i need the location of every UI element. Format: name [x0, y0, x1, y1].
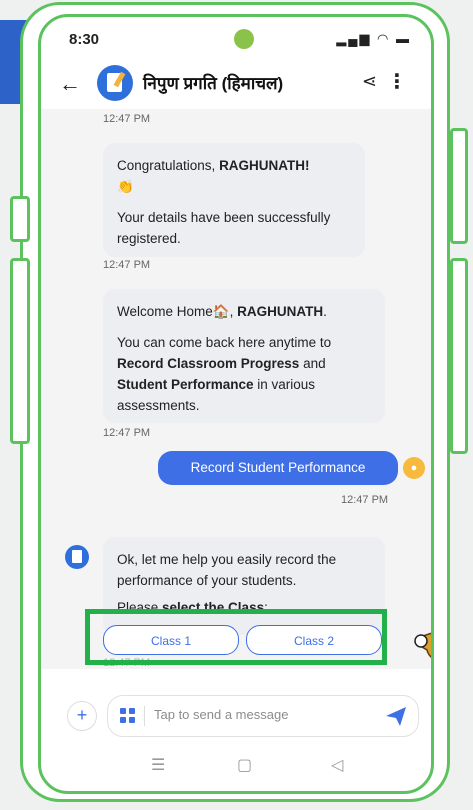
- back-arrow-icon[interactable]: ←: [59, 71, 81, 97]
- status-bar: 8:30 ▂▄▆ ◠ ▬: [41, 17, 431, 57]
- phone-screen: 8:30 ▂▄▆ ◠ ▬ ← निपुण प्रगति (हिमाचल) ⋖ ⋮…: [38, 14, 434, 794]
- bot-avatar-small: [65, 545, 89, 569]
- message-line: Congratulations, RAGHUNATH!: [117, 158, 310, 173]
- bot-avatar[interactable]: [97, 65, 133, 101]
- status-icons: ▂▄▆ ◠ ▬: [336, 31, 411, 46]
- send-icon[interactable]: [384, 704, 408, 728]
- side-button-top: [10, 196, 30, 242]
- input-placeholder: Tap to send a message: [154, 707, 289, 722]
- app-bar: ← निपुण प्रगति (हिमाचल) ⋖ ⋮: [41, 61, 431, 107]
- composer-bar: + Tap to send a message: [41, 689, 431, 743]
- status-time: 8:30: [69, 31, 100, 48]
- message-timestamp: 12:47 PM: [341, 494, 389, 506]
- pointing-hand-icon: [414, 632, 431, 658]
- home-icon[interactable]: ▢: [237, 755, 252, 775]
- side-button-right: [450, 128, 468, 244]
- user-avatar: ●: [403, 457, 425, 479]
- message-timestamp: 12:47 PM: [103, 113, 151, 125]
- message-text: Ok, let me help you easily record the pe…: [117, 552, 337, 588]
- message-timestamp: 12:47 PM: [103, 259, 151, 271]
- message-line: Welcome Home🏠, RAGHUNATH.: [117, 304, 327, 319]
- clap-emoji: 👏: [117, 179, 134, 194]
- chat-area[interactable]: 12:47 PM Congratulations, RAGHUNATH! 👏 Y…: [41, 109, 431, 669]
- message-text: You can come back here anytime to Record…: [117, 335, 332, 413]
- plus-icon[interactable]: +: [67, 701, 97, 731]
- nav-back-icon[interactable]: ◁: [331, 755, 343, 775]
- more-icon[interactable]: ⋮: [387, 69, 407, 94]
- input-divider: [144, 706, 145, 726]
- chat-title: निपुण प्रगति (हिमाचल): [143, 74, 284, 93]
- bot-message: Congratulations, RAGHUNATH! 👏 Your detai…: [103, 143, 365, 257]
- camera-dot: [234, 29, 254, 49]
- user-message: Record Student Performance: [158, 451, 398, 485]
- highlight-box: [85, 609, 387, 665]
- recent-apps-icon[interactable]: ☰: [151, 755, 165, 775]
- grid-icon[interactable]: [120, 708, 136, 724]
- system-nav-bar: ☰ ▢ ◁: [41, 747, 431, 787]
- share-icon[interactable]: ⋖: [362, 71, 377, 92]
- message-text: Your details have been successfully regi…: [117, 210, 331, 246]
- message-input[interactable]: Tap to send a message: [107, 695, 419, 737]
- side-button-right-2: [450, 258, 468, 454]
- side-button-left: [10, 258, 30, 444]
- message-timestamp: 12:47 PM: [103, 427, 151, 439]
- bot-message: Welcome Home🏠, RAGHUNATH. You can come b…: [103, 289, 385, 423]
